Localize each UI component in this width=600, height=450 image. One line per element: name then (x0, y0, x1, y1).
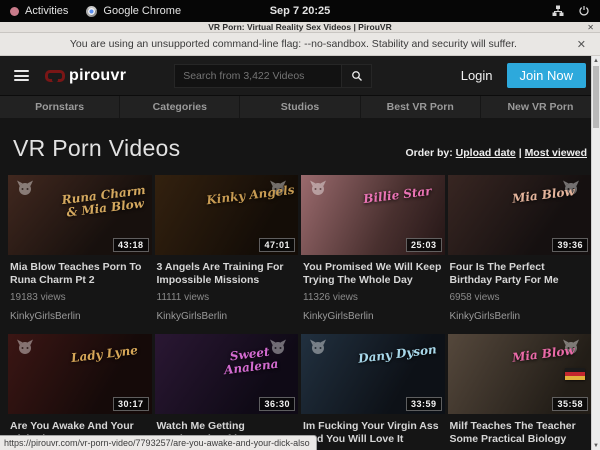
chrome-label: Google Chrome (103, 5, 181, 17)
scrollbar-thumb[interactable] (593, 66, 599, 128)
search-button[interactable] (342, 64, 372, 88)
page-viewport: pirouvr Login Join Now Pornstars Categor… (0, 56, 600, 450)
duration-badge: 35:58 (552, 397, 588, 411)
search-icon (351, 70, 363, 82)
infobar-message: You are using an unsupported command-lin… (12, 38, 575, 50)
scrollbar[interactable]: ▲ ▼ (591, 56, 600, 450)
thumbnail-overlay-name: Mia Blow (499, 343, 589, 367)
german-flag-icon (565, 368, 585, 380)
page-title: VR Porn Videos (13, 135, 180, 162)
video-card[interactable]: Sweet Analena 36:30 Watch Me Getting Dom… (155, 334, 299, 450)
thumbnail-overlay-name: Kinky Angels (206, 184, 296, 208)
duration-badge: 39:36 (552, 238, 588, 252)
video-card[interactable]: Runa Charm & Mia Blow 43:18 Mia Blow Tea… (8, 175, 152, 331)
duration-badge: 33:59 (406, 397, 442, 411)
video-thumbnail[interactable]: Kinky Angels 47:01 (155, 175, 299, 255)
video-views: 11326 views (303, 292, 443, 303)
studio-watermark-icon (13, 337, 37, 361)
main-nav: Pornstars Categories Studios Best VR Por… (0, 95, 600, 118)
site-logo[interactable]: pirouvr (45, 67, 126, 85)
login-link[interactable]: Login (461, 68, 493, 83)
video-thumbnail[interactable]: Dany Dyson 33:59 (301, 334, 445, 414)
activities-button[interactable]: Activities (10, 5, 68, 17)
chrome-taskbar-item[interactable]: Google Chrome (86, 5, 181, 17)
thumbnail-overlay-name: Sweet Analena (205, 343, 296, 380)
activities-label: Activities (25, 5, 68, 17)
video-views: 11111 views (157, 292, 297, 303)
window-title-bar: VR Porn: Virtual Reality Sex Videos | Pi… (0, 22, 600, 33)
vr-goggles-icon (45, 70, 65, 82)
video-thumbnail[interactable]: Runa Charm & Mia Blow 43:18 (8, 175, 152, 255)
order-by-label: Order by: (405, 147, 452, 159)
order-by-controls: Order by: Upload date | Most viewed (405, 147, 587, 159)
video-title[interactable]: Im Fucking Your Virgin Ass And You Will … (303, 420, 443, 446)
duration-badge: 25:03 (406, 238, 442, 252)
close-tab-icon[interactable]: ✕ (587, 22, 594, 33)
infobar-close-icon[interactable]: ✕ (575, 38, 588, 51)
nav-item-studios[interactable]: Studios (239, 96, 359, 118)
video-thumbnail[interactable]: Billie Star 25:03 (301, 175, 445, 255)
video-thumbnail[interactable]: Sweet Analena 36:30 (155, 334, 299, 414)
scroll-down-icon[interactable]: ▼ (592, 441, 600, 450)
duration-badge: 30:17 (113, 397, 149, 411)
video-studio-link[interactable]: KinkyGirlsBerlin (303, 311, 443, 322)
status-dot-icon (10, 7, 19, 16)
video-card[interactable]: Lady Lyne 30:17 Are You Awake And Your D… (8, 334, 152, 450)
page-heading-row: VR Porn Videos Order by: Upload date | M… (0, 118, 600, 175)
video-thumbnail[interactable]: Mia Blow 35:58 (448, 334, 592, 414)
video-views: 19183 views (10, 292, 150, 303)
video-card[interactable]: Dany Dyson 33:59 Im Fucking Your Virgin … (301, 334, 445, 450)
nav-item-new-vr-porn[interactable]: New VR Porn (480, 96, 600, 118)
nav-item-pornstars[interactable]: Pornstars (0, 96, 119, 118)
order-link-upload-date[interactable]: Upload date (456, 147, 516, 159)
chrome-icon (86, 6, 97, 17)
os-top-bar: Activities Google Chrome Sep 7 20:25 (0, 0, 600, 22)
video-title[interactable]: You Promised We Will Keep Trying The Who… (303, 261, 443, 287)
thumbnail-overlay-name: Runa Charm & Mia Blow (58, 184, 149, 221)
thumbnail-overlay-name: Lady Lyne (59, 343, 149, 367)
video-title[interactable]: Mia Blow Teaches Porn To Runa Charm Pt 2 (10, 261, 150, 287)
video-thumbnail[interactable]: Lady Lyne 30:17 (8, 334, 152, 414)
hamburger-menu-icon[interactable] (14, 68, 29, 84)
video-views: 6958 views (450, 292, 590, 303)
search-input[interactable] (174, 64, 342, 88)
site-logo-text: pirouvr (69, 67, 126, 85)
duration-badge: 47:01 (259, 238, 295, 252)
video-card[interactable]: Mia Blow 39:36 Four Is The Perfect Birth… (448, 175, 592, 331)
nav-item-best-vr-porn[interactable]: Best VR Porn (360, 96, 480, 118)
video-title[interactable]: 3 Angels Are Training For Impossible Mis… (157, 261, 297, 287)
scroll-up-icon[interactable]: ▲ (592, 56, 600, 65)
video-card[interactable]: Mia Blow 35:58 Milf Teaches The Teacher … (448, 334, 592, 450)
tab-title: VR Porn: Virtual Reality Sex Videos | Pi… (0, 22, 600, 32)
network-icon[interactable] (552, 5, 564, 17)
video-grid: Runa Charm & Mia Blow 43:18 Mia Blow Tea… (8, 175, 591, 450)
thumbnail-overlay-name: Mia Blow (499, 184, 589, 208)
duration-badge: 36:30 (259, 397, 295, 411)
video-studio-link[interactable]: KinkyGirlsBerlin (157, 311, 297, 322)
video-studio-link[interactable]: KinkyGirlsBerlin (450, 311, 590, 322)
thumbnail-overlay-name: Billie Star (352, 184, 442, 208)
video-title[interactable]: Four Is The Perfect Birthday Party For M… (450, 261, 590, 287)
unsupported-flag-infobar: You are using an unsupported command-lin… (0, 33, 600, 56)
join-now-button[interactable]: Join Now (507, 63, 586, 88)
video-title[interactable]: Milf Teaches The Teacher Some Practical … (450, 420, 590, 446)
video-card[interactable]: Kinky Angels 47:01 3 Angels Are Training… (155, 175, 299, 331)
nav-item-categories[interactable]: Categories (119, 96, 239, 118)
order-separator: | (519, 147, 522, 159)
site-header: pirouvr Login Join Now (0, 56, 600, 95)
video-thumbnail[interactable]: Mia Blow 39:36 (448, 175, 592, 255)
studio-watermark-icon (306, 337, 330, 361)
search-bar (174, 64, 372, 88)
status-bar-url: https://pirouvr.com/vr-porn-video/779325… (0, 435, 317, 450)
video-studio-link[interactable]: KinkyGirlsBerlin (10, 311, 150, 322)
order-link-most-viewed[interactable]: Most viewed (525, 147, 587, 159)
duration-badge: 43:18 (113, 238, 149, 252)
studio-watermark-icon (306, 178, 330, 202)
power-icon[interactable] (578, 5, 590, 17)
video-card[interactable]: Billie Star 25:03 You Promised We Will K… (301, 175, 445, 331)
studio-watermark-icon (13, 178, 37, 202)
thumbnail-overlay-name: Dany Dyson (352, 343, 442, 367)
